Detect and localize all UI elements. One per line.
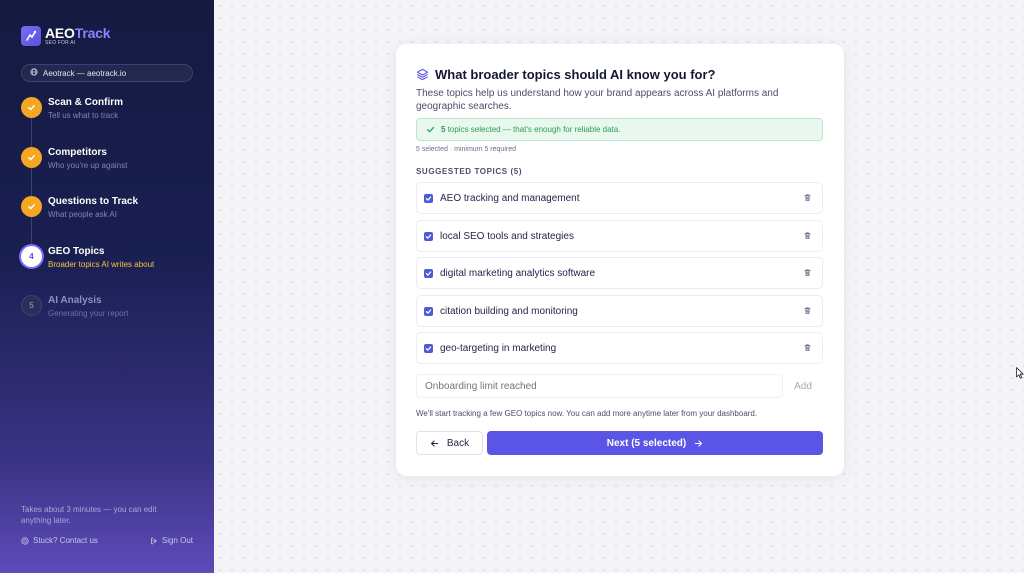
logo-mark-icon <box>21 26 41 46</box>
topic-checkbox[interactable] <box>424 343 433 353</box>
topic-label: local SEO tools and strategies <box>440 230 574 242</box>
topic-row[interactable]: local SEO tools and strategies <box>416 220 823 252</box>
step-ai-analysis[interactable]: 5 AI Analysis Generating your report <box>21 295 129 320</box>
mouse-cursor-icon <box>1016 366 1024 384</box>
step-competitors[interactable]: Competitors Who you're up against <box>21 147 127 172</box>
check-icon <box>426 126 435 133</box>
geo-topics-card: What broader topics should AI know you f… <box>396 44 844 476</box>
trash-icon[interactable] <box>803 264 812 282</box>
arrow-right-icon <box>695 439 703 447</box>
card-description: These topics help us understand how your… <box>416 88 779 112</box>
step-subtitle: Who you're up against <box>48 161 128 170</box>
duration-note: Takes about 3 minutes — you can edit any… <box>21 505 157 525</box>
topic-label: digital marketing analytics software <box>440 267 596 279</box>
brand-logo[interactable]: AEOTrack SEO FOR AI <box>21 25 111 46</box>
success-count: 5 <box>441 125 446 134</box>
topic-row[interactable]: AEO tracking and management <box>416 182 823 214</box>
topic-checkbox[interactable] <box>424 231 433 241</box>
topic-row[interactable]: citation building and monitoring <box>416 295 823 327</box>
step-subtitle: What people ask AI <box>48 210 117 219</box>
arrow-left-icon <box>430 439 439 447</box>
next-label: Next (5 selected) <box>606 437 687 449</box>
step-title: Scan & Confirm <box>48 97 124 108</box>
topic-label: geo-targeting in marketing <box>440 342 557 354</box>
step-title: AI Analysis <box>48 295 102 306</box>
contact-link[interactable]: Stuck? Contact us <box>21 536 98 545</box>
add-topic-row: Add <box>416 374 823 398</box>
add-topic-input[interactable] <box>416 374 783 398</box>
site-selector[interactable]: Aeotrack — aeotrack.io <box>21 64 193 82</box>
section-label: SUGGESTED TOPICS (5) <box>416 167 523 176</box>
topic-checkbox[interactable] <box>424 306 433 316</box>
check-icon <box>21 97 42 118</box>
back-label: Back <box>446 437 470 449</box>
brand-tagline: SEO FOR AI <box>45 40 76 46</box>
step-subtitle: Broader topics AI writes about <box>48 260 155 269</box>
brand-name: AEOTrack <box>45 25 111 41</box>
topic-label: AEO tracking and management <box>440 192 580 204</box>
help-icon <box>21 536 29 545</box>
step-questions[interactable]: Questions to Track What people ask AI <box>21 196 138 221</box>
topic-checkbox[interactable] <box>424 268 433 278</box>
sidebar: AEOTrack SEO FOR AI Aeotrack — aeotrack.… <box>0 0 214 573</box>
contact-label: Stuck? Contact us <box>33 536 98 545</box>
back-button[interactable]: Back <box>416 431 483 455</box>
selection-count: 5 selected · minimum 5 required <box>416 146 516 153</box>
step-subtitle: Generating your report <box>48 309 129 318</box>
step-number: 4 <box>21 246 42 267</box>
sign-out-label: Sign Out <box>161 536 193 545</box>
sign-out-button[interactable]: Sign Out <box>150 536 193 545</box>
step-title: Competitors <box>48 147 107 158</box>
trash-icon[interactable] <box>803 189 812 207</box>
topic-checkbox[interactable] <box>424 193 433 203</box>
add-topic-button[interactable]: Add <box>783 381 823 392</box>
card-title-text: What broader topics should AI know you f… <box>435 67 716 82</box>
check-icon <box>21 196 42 217</box>
globe-icon <box>30 68 38 78</box>
step-title: GEO Topics <box>48 246 105 257</box>
layers-icon <box>416 68 429 81</box>
step-title: Questions to Track <box>48 196 139 207</box>
topic-label: citation building and monitoring <box>440 305 578 317</box>
sign-out-icon <box>151 537 157 544</box>
trash-icon[interactable] <box>803 302 812 320</box>
success-banner: 5 topics selected — that's enough for re… <box>416 118 823 141</box>
next-button[interactable]: Next (5 selected) <box>487 431 823 455</box>
card-title: What broader topics should AI know you f… <box>416 67 715 82</box>
step-number: 5 <box>21 295 42 316</box>
topic-row[interactable]: digital marketing analytics software <box>416 257 823 289</box>
trash-icon[interactable] <box>803 339 812 357</box>
step-subtitle: Tell us what to track <box>48 111 119 120</box>
topic-row[interactable]: geo-targeting in marketing <box>416 332 823 364</box>
site-label: Aeotrack — aeotrack.io <box>43 68 127 78</box>
steps-connector <box>31 108 32 256</box>
check-icon <box>21 147 42 168</box>
step-scan-confirm[interactable]: Scan & Confirm Tell us what to track <box>21 97 123 122</box>
tracking-hint: We'll start tracking a few GEO topics no… <box>416 409 758 418</box>
trash-icon[interactable] <box>803 227 812 245</box>
success-text: topics selected — that's enough for reli… <box>447 125 621 134</box>
step-geo-topics[interactable]: 4 GEO Topics Broader topics AI writes ab… <box>21 246 154 271</box>
